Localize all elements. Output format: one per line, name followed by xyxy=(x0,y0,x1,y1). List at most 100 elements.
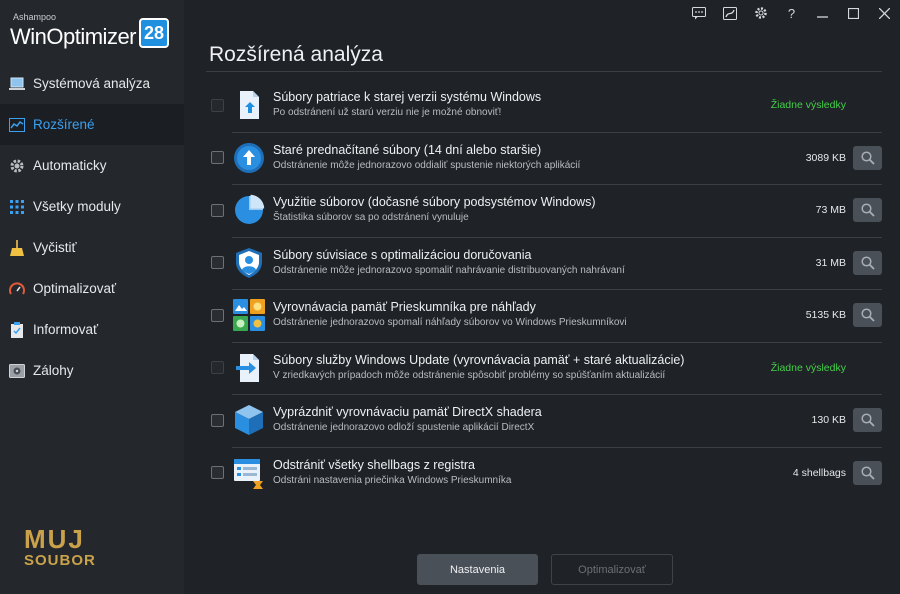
minimize-icon[interactable] xyxy=(807,0,838,26)
sidebar-item-label: Informovať xyxy=(33,322,99,337)
chat-icon[interactable] xyxy=(683,0,714,26)
registry-icon xyxy=(233,457,265,489)
settings-button[interactable]: Nastavenia xyxy=(417,554,538,585)
cube-icon xyxy=(233,404,265,436)
sidebar-item-system-analysis[interactable]: Systémová analýza xyxy=(0,63,184,104)
grid-icon xyxy=(9,199,25,215)
gear-icon xyxy=(9,158,25,174)
row-result: 73 MB xyxy=(815,204,846,217)
sidebar-item-label: Systémová analýza xyxy=(33,76,151,91)
sidebar-item-advanced[interactable]: Rozšírené xyxy=(0,104,184,145)
sidebar-item-backups[interactable]: Zálohy xyxy=(0,350,184,391)
watermark-line2: SOUBOR xyxy=(24,552,96,569)
sidebar-item-label: Rozšírené xyxy=(33,117,95,132)
row-details-button[interactable] xyxy=(853,145,882,170)
settings-icon[interactable] xyxy=(745,0,776,26)
row-title: Využitie súborov (dočasné súbory podsyst… xyxy=(273,195,596,209)
row-details-button[interactable] xyxy=(853,408,882,433)
shield-user-icon xyxy=(233,247,265,279)
magnifier-icon xyxy=(860,413,875,427)
row-result: Žiadne výsledky xyxy=(770,99,846,112)
logo-version: 28 xyxy=(139,18,169,48)
row-checkbox[interactable] xyxy=(211,203,224,217)
row-title: Odstrániť všetky shellbags z registra xyxy=(273,457,475,472)
title-divider xyxy=(206,71,882,72)
magnifier-icon xyxy=(860,203,875,217)
row-subtitle: Odstránenie môže jednorazovo spomaliť na… xyxy=(273,264,625,276)
help-icon[interactable]: ? xyxy=(776,0,807,26)
sidebar-item-all-modules[interactable]: Všetky moduly xyxy=(0,186,184,227)
sidebar-item-inform[interactable]: Informovať xyxy=(0,309,184,350)
thumbnails-icon xyxy=(233,299,265,332)
close-icon[interactable] xyxy=(869,0,900,26)
row-result: 4 shellbags xyxy=(792,466,846,479)
sidebar-item-label: Automaticky xyxy=(33,158,107,173)
sidebar-item-clean[interactable]: Vyčistiť xyxy=(0,227,184,268)
row-subtitle: Štatistika súborov sa po odstránení vynu… xyxy=(273,212,469,223)
row-result: Žiadne výsledky xyxy=(770,361,846,374)
magnifier-icon xyxy=(860,308,875,322)
gauge-icon xyxy=(9,281,25,297)
row-checkbox[interactable] xyxy=(211,256,224,270)
windows-file-icon xyxy=(233,89,265,121)
row-result: 31 MB xyxy=(815,256,846,269)
row-result: 130 KB xyxy=(811,414,846,427)
watermark-logo: MUJ SOUBOR xyxy=(24,526,104,572)
chart-icon xyxy=(9,117,25,133)
list-item: Súbory služby Windows Update (vyrovnávac… xyxy=(206,341,882,395)
row-result: 3089 KB xyxy=(805,151,846,164)
row-subtitle: Odstráni nastavenia priečinka Windows Pr… xyxy=(273,474,512,486)
sidebar-item-label: Všetky moduly xyxy=(33,199,121,214)
magnifier-icon xyxy=(860,466,875,480)
logo-brand: Ashampoo xyxy=(13,12,57,22)
optimize-button[interactable]: Optimalizovať xyxy=(551,554,673,585)
watermark-line1: MUJ xyxy=(24,524,85,554)
sidebar-item-label: Vyčistiť xyxy=(33,240,77,255)
magnifier-icon xyxy=(860,256,875,270)
row-subtitle: Odstránenie môže jednorazovo oddialiť sp… xyxy=(273,159,581,171)
pie-chart-icon xyxy=(233,194,265,226)
row-details-button[interactable] xyxy=(853,198,882,223)
titlebar: ? xyxy=(683,0,900,26)
sidebar: Ashampoo WinOptimizer 28 Systémová analý… xyxy=(0,0,184,594)
sidebar-item-label: Zálohy xyxy=(33,363,74,378)
row-checkbox[interactable] xyxy=(211,98,224,112)
maximize-icon[interactable] xyxy=(838,0,869,26)
sidebar-item-optimize[interactable]: Optimalizovať xyxy=(0,268,184,309)
row-title: Vyprázdniť vyrovnávaciu pamäť DirectX sh… xyxy=(273,405,542,419)
row-checkbox[interactable] xyxy=(211,466,224,480)
row-checkbox[interactable] xyxy=(211,308,224,322)
list-item: Súbory súvisiace s optimalizáciou doručo… xyxy=(206,236,882,290)
row-title: Súbory súvisiace s optimalizáciou doručo… xyxy=(273,247,532,262)
skin-icon[interactable] xyxy=(714,0,745,26)
row-title: Súbory patriace k starej verzii systému … xyxy=(273,90,542,104)
list-item: Vyprázdniť vyrovnávaciu pamäť DirectX sh… xyxy=(206,394,882,447)
row-checkbox[interactable] xyxy=(211,151,224,165)
windows-update-icon xyxy=(233,352,265,384)
app-logo: Ashampoo WinOptimizer 28 xyxy=(10,12,180,56)
row-checkbox[interactable] xyxy=(211,361,224,375)
row-subtitle: Odstránenie jednorazovo spomalí náhľady … xyxy=(273,317,627,328)
backup-icon xyxy=(9,363,25,379)
row-title: Staré prednačítané súbory (14 dní alebo … xyxy=(273,142,542,157)
analysis-list: Súbory patriace k starej verzii systému … xyxy=(206,79,882,499)
row-details-button[interactable] xyxy=(853,250,882,275)
row-checkbox[interactable] xyxy=(211,413,224,427)
clipboard-icon xyxy=(9,321,25,338)
row-title: Vyrovnávacia pamäť Prieskumníka pre náhľ… xyxy=(273,300,536,314)
list-item: Súbory patriace k starej verzii systému … xyxy=(206,79,882,132)
row-subtitle: Odstránenie jednorazovo odloží spustenie… xyxy=(273,422,535,433)
row-details-button[interactable] xyxy=(853,303,882,328)
list-item: Staré prednačítané súbory (14 dní alebo … xyxy=(206,131,882,185)
list-item: Odstrániť všetky shellbags z registra Od… xyxy=(206,446,882,500)
list-item: Využitie súborov (dočasné súbory podsyst… xyxy=(206,184,882,237)
row-subtitle: V zriedkavých prípadoch môže odstránenie… xyxy=(273,369,666,381)
magnifier-icon xyxy=(860,151,875,165)
logo-product: WinOptimizer xyxy=(10,24,137,49)
sidebar-item-label: Optimalizovať xyxy=(33,281,117,296)
row-subtitle: Po odstránení už starú verziu nie je mož… xyxy=(273,107,502,118)
prefetch-icon xyxy=(233,142,265,174)
sidebar-item-automatic[interactable]: Automaticky xyxy=(0,145,184,186)
row-details-button[interactable] xyxy=(853,460,882,485)
sidebar-nav: Systémová analýza Rozšírené Automaticky … xyxy=(0,63,184,391)
